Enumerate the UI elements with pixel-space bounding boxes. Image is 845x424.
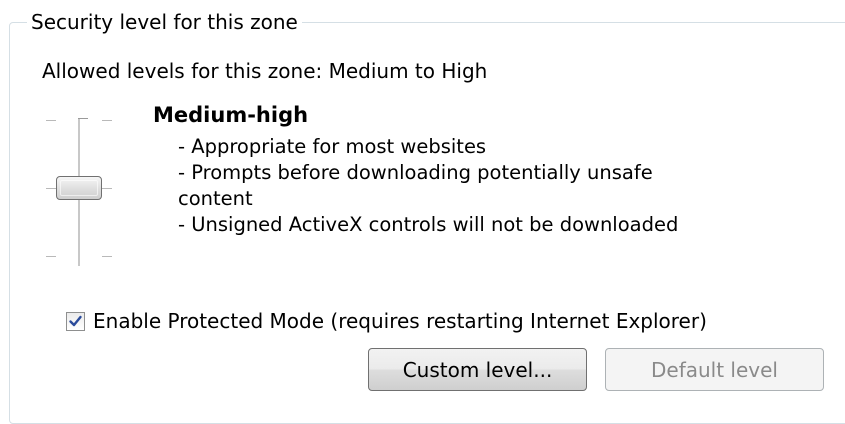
description-line: - Unsigned ActiveX controls will not be … (178, 213, 679, 236)
allowed-levels-text: Allowed levels for this zone: Medium to … (42, 59, 488, 83)
protected-mode-checkbox[interactable] (66, 311, 85, 331)
security-level-slider[interactable] (40, 110, 130, 270)
check-icon (69, 315, 82, 326)
description-line: - Prompts before downloading potentially… (178, 161, 653, 184)
custom-level-button[interactable]: Custom level... (368, 348, 587, 391)
slider-tick (102, 120, 112, 121)
slider-tick (46, 256, 56, 257)
groupbox-title: Security level for this zone (27, 8, 302, 36)
level-description: - Appropriate for most websites - Prompt… (178, 134, 768, 238)
slider-tick (46, 188, 56, 189)
slider-tick (46, 120, 56, 121)
slider-tick (102, 256, 112, 257)
default-level-button[interactable]: Default level (605, 348, 824, 391)
description-line: content (178, 187, 253, 210)
description-line: - Appropriate for most websites (178, 135, 487, 158)
protected-mode-option[interactable]: Enable Protected Mode (requires restarti… (66, 307, 707, 335)
slider-thumb[interactable] (56, 176, 102, 200)
slider-track-cap (78, 118, 88, 119)
level-name: Medium-high (153, 103, 309, 127)
slider-tick (102, 188, 112, 189)
protected-mode-label: Enable Protected Mode (requires restarti… (93, 309, 707, 333)
